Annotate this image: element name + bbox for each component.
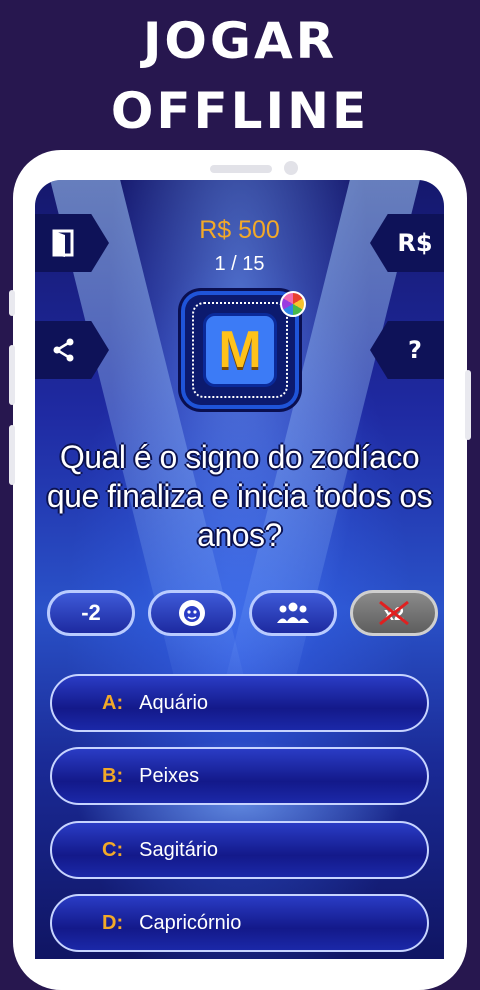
lifeline-audience[interactable] xyxy=(249,590,337,636)
game-logo: M xyxy=(185,291,306,405)
answer-text: Peixes xyxy=(139,764,200,787)
answer-letter: B: xyxy=(102,764,124,787)
answer-letter: A: xyxy=(102,691,124,714)
answer-option-a[interactable]: A: Aquário xyxy=(50,674,429,732)
lifeline-skip[interactable]: x2 xyxy=(350,590,438,636)
skip-x2-icon: x2 xyxy=(379,600,409,626)
phone-side-button xyxy=(9,345,15,405)
audience-icon xyxy=(277,602,309,623)
answer-text: Aquário xyxy=(139,691,209,714)
question-progress: 1 / 15 xyxy=(214,253,265,275)
answer-option-d[interactable]: D: Capricórnio xyxy=(50,894,429,952)
color-wheel-icon xyxy=(280,291,306,317)
phone-side-button xyxy=(9,425,15,485)
answer-letter: D: xyxy=(102,911,124,934)
answer-text: Capricórnio xyxy=(139,911,242,934)
phone-power-button xyxy=(465,370,471,440)
phone-camera xyxy=(284,161,298,175)
lifeline-expert[interactable] xyxy=(148,590,236,636)
answer-text: Sagitário xyxy=(139,838,219,861)
answer-letter: C: xyxy=(102,838,124,861)
phone-speaker xyxy=(210,165,272,173)
lifeline-fifty-fifty[interactable]: -2 xyxy=(47,590,135,636)
einstein-face-icon xyxy=(179,600,205,626)
promo-title-line-2: OFFLINE xyxy=(110,82,370,140)
game-screen: R$ R$ 500 1 / 15 M ? Qual é o signo do z… xyxy=(35,180,444,959)
logo-letter: M xyxy=(203,313,277,387)
question-text: Qual é o signo do zodíaco que finaliza e… xyxy=(46,439,433,553)
phone-side-button xyxy=(9,290,15,316)
share-icon xyxy=(53,338,74,362)
promo-title-line-1: JOGAR xyxy=(142,12,338,70)
prize-value: R$ 500 xyxy=(199,216,280,244)
answer-option-c[interactable]: C: Sagitário xyxy=(50,821,429,879)
answer-option-b[interactable]: B: Peixes xyxy=(50,747,429,805)
